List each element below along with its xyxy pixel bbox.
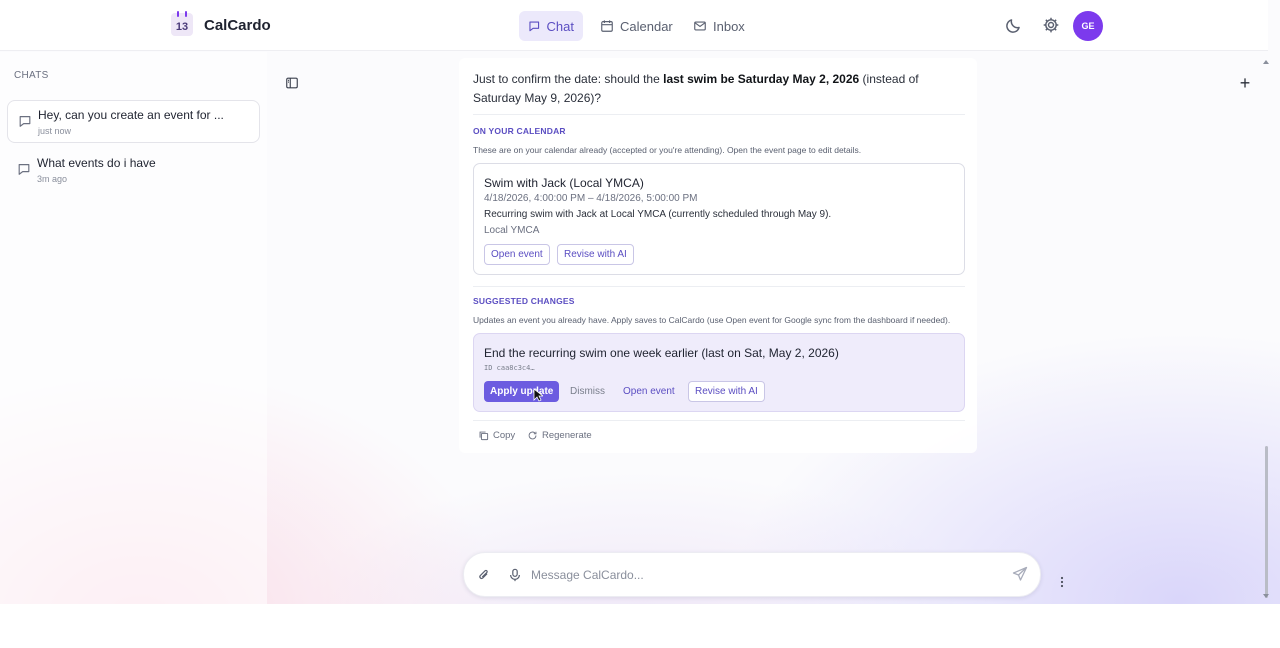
scroll-up-arrow-icon[interactable] xyxy=(1263,60,1269,64)
nav-inbox-label: Inbox xyxy=(713,18,745,34)
paperclip-icon[interactable] xyxy=(477,568,491,582)
chat-item-title: What events do i have xyxy=(37,156,156,170)
blank-area xyxy=(0,604,1280,648)
chat-list-item[interactable]: Hey, can you create an event for ... jus… xyxy=(7,100,260,143)
chat-bubble-icon xyxy=(529,21,540,32)
event-card: Swim with Jack (Local YMCA) 4/18/2026, 4… xyxy=(473,163,965,275)
mail-icon xyxy=(694,21,706,31)
event-title: Swim with Jack (Local YMCA) xyxy=(484,176,644,190)
divider xyxy=(473,114,965,115)
calendar-logo-icon: 13 xyxy=(171,11,193,36)
sidebar: CHATS Hey, can you create an event for .… xyxy=(0,52,267,604)
sidebar-toggle-icon[interactable] xyxy=(285,76,299,90)
open-event-button[interactable]: Open event xyxy=(484,244,550,265)
refresh-icon xyxy=(528,431,537,440)
regenerate-label: Regenerate xyxy=(542,430,592,441)
chat-item-time: 3m ago xyxy=(37,174,68,184)
copy-label: Copy xyxy=(493,430,516,441)
top-navbar: 13 CalCardo Chat Calendar Inbox GE xyxy=(0,0,1268,51)
suggested-changes-description: Updates an event you already have. Apply… xyxy=(473,315,951,325)
revise-with-ai-button[interactable]: Revise with AI xyxy=(688,381,765,402)
message-input[interactable] xyxy=(531,565,971,585)
message-composer xyxy=(463,552,1041,597)
on-calendar-label: ON YOUR CALENDAR xyxy=(473,126,566,136)
sidebar-title: CHATS xyxy=(14,70,49,81)
new-chat-plus-icon[interactable]: + xyxy=(1238,74,1252,92)
scrollbar-thumb[interactable] xyxy=(1265,446,1268,598)
copy-icon xyxy=(479,431,489,441)
dismiss-button[interactable]: Dismiss xyxy=(570,381,605,402)
message-bold-text: last swim be Saturday May 2, 2026 xyxy=(663,72,860,86)
microphone-icon[interactable] xyxy=(508,568,522,582)
mouse-cursor-icon xyxy=(533,388,543,402)
send-icon[interactable] xyxy=(1012,566,1028,582)
event-description: Recurring swim with Jack at Local YMCA (… xyxy=(484,209,832,220)
nav-chat[interactable]: Chat xyxy=(519,11,583,41)
chat-item-time: just now xyxy=(38,126,72,136)
event-time: 4/18/2026, 4:00:00 PM – 4/18/2026, 5:00:… xyxy=(484,193,698,204)
scroll-down-arrow-icon[interactable] xyxy=(1263,594,1269,598)
suggested-change-card: End the recurring swim one week earlier … xyxy=(473,333,965,412)
nav-inbox[interactable]: Inbox xyxy=(684,11,754,41)
change-id: ID caa8c3c4… xyxy=(484,364,535,372)
change-title: End the recurring swim one week earlier … xyxy=(484,346,839,360)
more-vertical-icon[interactable] xyxy=(1059,575,1065,589)
moon-icon[interactable] xyxy=(1005,16,1023,34)
app-window: 13 CalCardo Chat Calendar Inbox GE CHATS… xyxy=(0,0,1280,604)
nav-calendar-label: Calendar xyxy=(620,18,673,34)
regenerate-button[interactable]: Regenerate xyxy=(527,430,592,441)
open-event-button[interactable]: Open event xyxy=(623,381,675,402)
event-location: Local YMCA xyxy=(484,225,540,236)
chat-item-title: Hey, can you create an event for ... xyxy=(38,108,224,122)
copy-button[interactable]: Copy xyxy=(478,430,515,441)
chat-list-item[interactable]: What events do i have 3m ago xyxy=(7,149,260,192)
gear-icon[interactable] xyxy=(1042,16,1060,34)
calendar-icon xyxy=(601,20,613,32)
divider xyxy=(473,420,965,421)
suggested-changes-label: SUGGESTED CHANGES xyxy=(473,296,575,306)
message-text: Just to confirm the date: should the las… xyxy=(473,72,919,105)
logo-number: 13 xyxy=(175,21,189,33)
nav-chat-label: Chat xyxy=(546,18,574,34)
nav-calendar[interactable]: Calendar xyxy=(591,11,682,41)
divider xyxy=(473,286,965,287)
chat-bubble-icon xyxy=(19,116,31,127)
revise-with-ai-button[interactable]: Revise with AI xyxy=(557,244,634,265)
apply-update-button[interactable]: Apply update xyxy=(484,381,560,402)
on-calendar-description: These are on your calendar already (acce… xyxy=(473,145,862,155)
app-name[interactable]: CalCardo xyxy=(204,17,271,34)
avatar[interactable]: GE xyxy=(1073,11,1103,41)
main-scrollbar[interactable] xyxy=(1262,58,1270,602)
chat-bubble-icon xyxy=(18,164,30,175)
